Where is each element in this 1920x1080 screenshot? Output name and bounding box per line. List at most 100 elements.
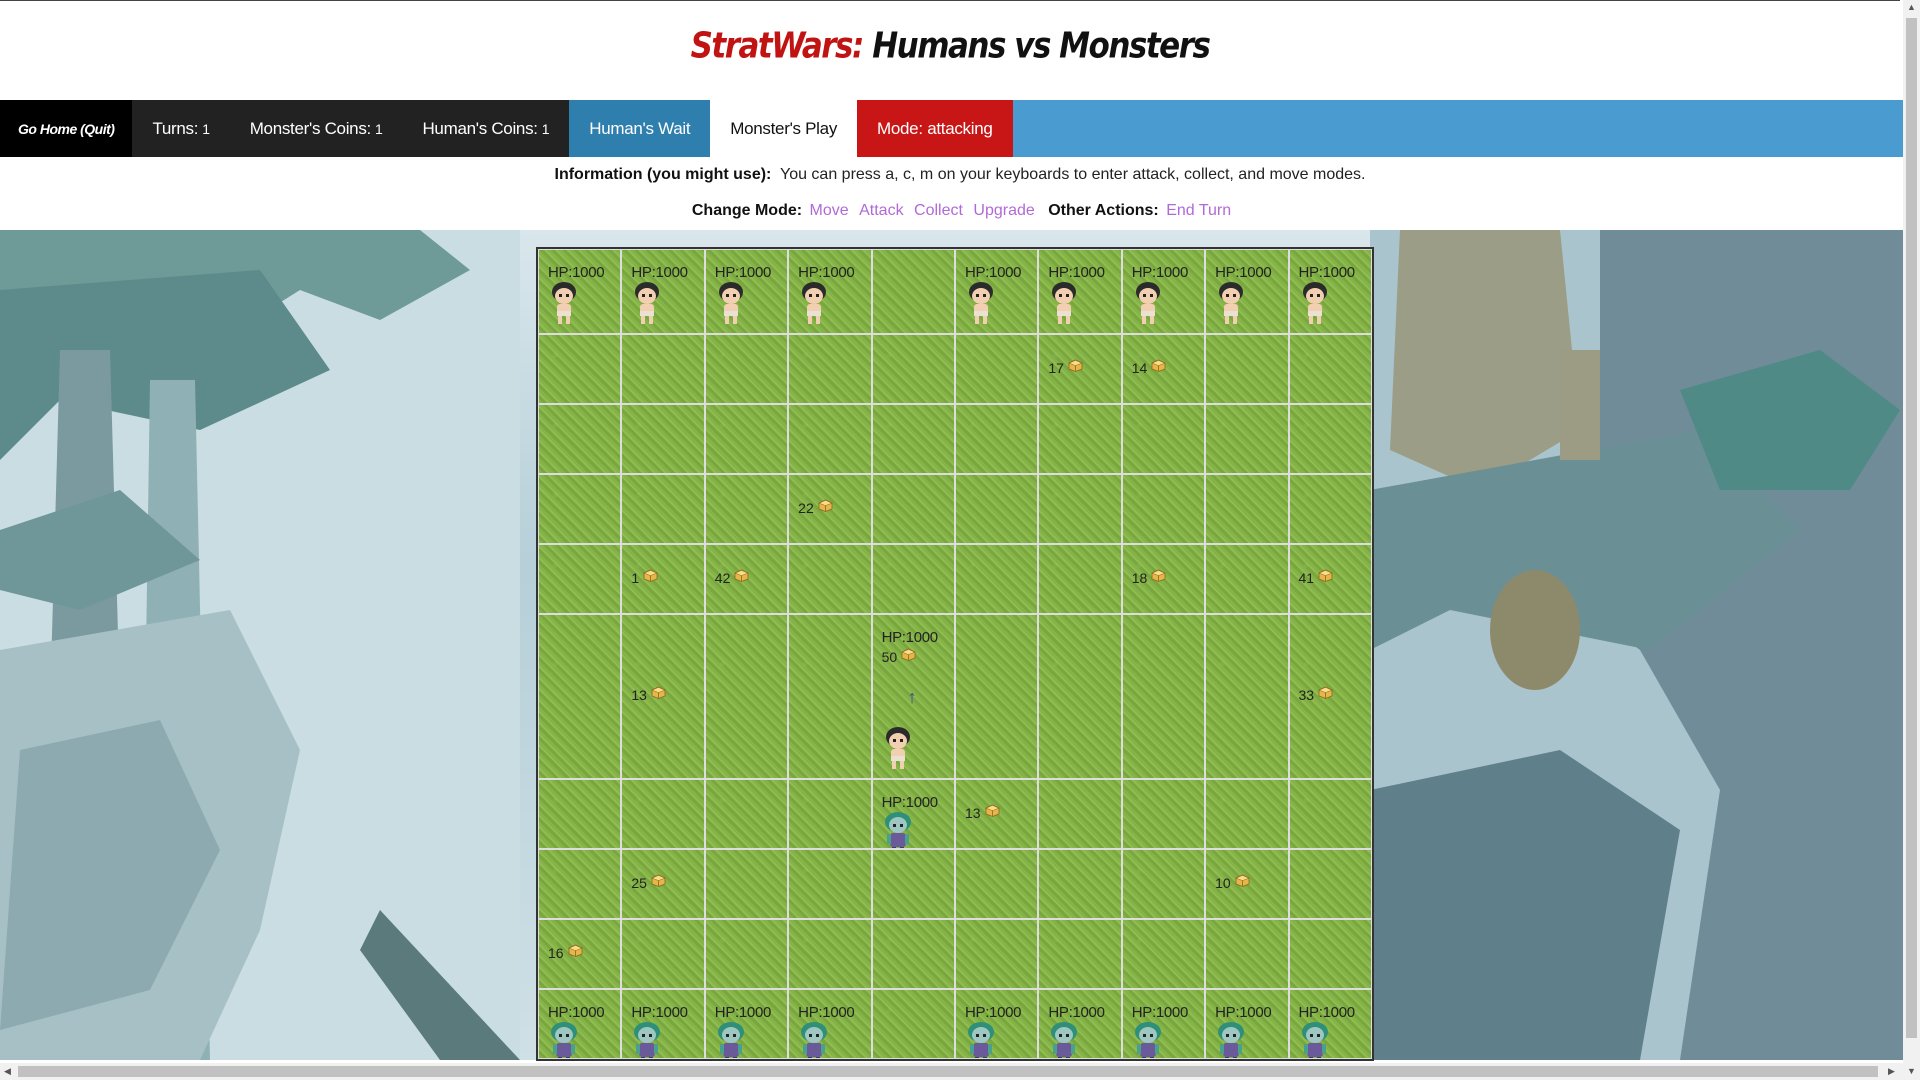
human-unit-icon[interactable]: [1300, 280, 1330, 331]
board-cell[interactable]: [704, 849, 789, 919]
board-cell[interactable]: [1288, 334, 1372, 404]
board-cell[interactable]: [704, 779, 789, 849]
board-cell[interactable]: [538, 334, 622, 404]
board-cell[interactable]: [871, 919, 955, 989]
board-cell[interactable]: [621, 919, 705, 989]
board-cell[interactable]: 33: [1288, 614, 1372, 779]
board-cell[interactable]: 1: [621, 544, 705, 614]
board-cell[interactable]: [1121, 614, 1206, 779]
board-cell[interactable]: HP:1000: [954, 989, 1039, 1059]
board-cell[interactable]: [788, 404, 872, 474]
scroll-left-icon[interactable]: ◀: [4, 1066, 11, 1077]
board-cell[interactable]: 10: [1205, 849, 1289, 919]
board-cell[interactable]: [1038, 849, 1122, 919]
human-unit-icon[interactable]: [883, 725, 913, 776]
board-cell[interactable]: [704, 404, 789, 474]
board-cell[interactable]: HP:1000: [621, 249, 705, 334]
scroll-down-icon[interactable]: ▼: [1907, 1066, 1916, 1076]
board-cell[interactable]: [871, 474, 955, 544]
board-cell[interactable]: HP:1000: [1288, 249, 1372, 334]
board-cell[interactable]: [621, 474, 705, 544]
go-home-button[interactable]: Go Home (Quit): [0, 100, 133, 157]
monster-unit-icon[interactable]: [716, 1020, 746, 1058]
board-cell[interactable]: [538, 544, 622, 614]
board-cell[interactable]: [788, 614, 872, 779]
board-cell[interactable]: [1038, 404, 1122, 474]
monster-unit-icon[interactable]: [799, 1020, 829, 1058]
board-cell[interactable]: 14: [1121, 334, 1206, 404]
board-cell[interactable]: 25: [621, 849, 705, 919]
human-unit-icon[interactable]: [549, 280, 579, 331]
human-unit-icon[interactable]: [716, 280, 746, 331]
board-cell[interactable]: [538, 614, 622, 779]
board-cell[interactable]: [704, 474, 789, 544]
board-cell[interactable]: [1205, 779, 1289, 849]
board-cell[interactable]: [1205, 334, 1289, 404]
board-cell[interactable]: [1038, 614, 1122, 779]
board-cell[interactable]: HP:1000 50 ↑: [871, 614, 955, 779]
monster-unit-icon[interactable]: [966, 1020, 996, 1058]
human-unit-icon[interactable]: [1049, 280, 1079, 331]
board-cell[interactable]: [954, 474, 1039, 544]
board-cell[interactable]: [1121, 919, 1206, 989]
board-cell[interactable]: [871, 544, 955, 614]
board-cell[interactable]: HP:1000: [1121, 989, 1206, 1059]
horizontal-scroll-thumb[interactable]: [18, 1066, 1878, 1077]
upgrade-link[interactable]: Upgrade: [973, 202, 1034, 219]
board-cell[interactable]: 22: [788, 474, 872, 544]
board-cell[interactable]: HP:1000: [704, 249, 789, 334]
board-cell[interactable]: [621, 404, 705, 474]
board-cell[interactable]: [1038, 779, 1122, 849]
vertical-scroll-thumb[interactable]: [1906, 18, 1917, 1038]
monster-unit-icon[interactable]: [1049, 1020, 1079, 1058]
monster-unit-icon[interactable]: [549, 1020, 579, 1058]
board-cell[interactable]: [788, 544, 872, 614]
board-cell[interactable]: [1288, 919, 1372, 989]
horizontal-scrollbar[interactable]: ◀ ▶: [0, 1063, 1903, 1080]
board-cell[interactable]: [954, 919, 1039, 989]
end-turn-link[interactable]: End Turn: [1166, 202, 1231, 219]
board-cell[interactable]: HP:1000: [1205, 249, 1289, 334]
board-cell[interactable]: [1038, 919, 1122, 989]
monster-unit-icon[interactable]: [883, 810, 913, 848]
board-cell[interactable]: [871, 249, 955, 334]
board-cell[interactable]: HP:1000: [871, 779, 955, 849]
human-unit-icon[interactable]: [1216, 280, 1246, 331]
board-cell[interactable]: [538, 404, 622, 474]
board-cell[interactable]: [871, 404, 955, 474]
scroll-up-icon[interactable]: ▲: [1907, 2, 1916, 12]
monster-unit-icon[interactable]: [1133, 1020, 1163, 1058]
board-cell[interactable]: [954, 614, 1039, 779]
board-cell[interactable]: [1121, 779, 1206, 849]
board-cell[interactable]: 41: [1288, 544, 1372, 614]
monster-unit-icon[interactable]: [1216, 1020, 1246, 1058]
board-cell[interactable]: [871, 334, 955, 404]
board-cell[interactable]: [1205, 919, 1289, 989]
collect-mode-link[interactable]: Collect: [914, 202, 963, 219]
board-cell[interactable]: HP:1000: [621, 989, 705, 1059]
board-cell[interactable]: HP:1000: [788, 249, 872, 334]
board-cell[interactable]: HP:1000: [538, 989, 622, 1059]
board-cell[interactable]: [538, 474, 622, 544]
monster-unit-icon[interactable]: [1300, 1020, 1330, 1058]
board-cell[interactable]: HP:1000: [704, 989, 789, 1059]
human-unit-icon[interactable]: [1133, 280, 1163, 331]
board-cell[interactable]: HP:1000: [954, 249, 1039, 334]
board-cell[interactable]: [621, 334, 705, 404]
board-cell[interactable]: [1121, 474, 1206, 544]
board-cell[interactable]: [704, 334, 789, 404]
board-cell[interactable]: 13: [954, 779, 1039, 849]
board-cell[interactable]: [538, 779, 622, 849]
board-cell[interactable]: [788, 919, 872, 989]
board-cell[interactable]: 13: [621, 614, 705, 779]
attack-mode-link[interactable]: Attack: [859, 202, 903, 219]
board-cell[interactable]: [704, 919, 789, 989]
board-cell[interactable]: [1038, 474, 1122, 544]
board-cell[interactable]: HP:1000: [1121, 249, 1206, 334]
board-cell[interactable]: [1205, 474, 1289, 544]
board-cell[interactable]: [538, 849, 622, 919]
board-cell[interactable]: HP:1000: [1038, 249, 1122, 334]
board-cell[interactable]: [788, 334, 872, 404]
board-cell[interactable]: HP:1000: [1205, 989, 1289, 1059]
board-cell[interactable]: [1205, 404, 1289, 474]
